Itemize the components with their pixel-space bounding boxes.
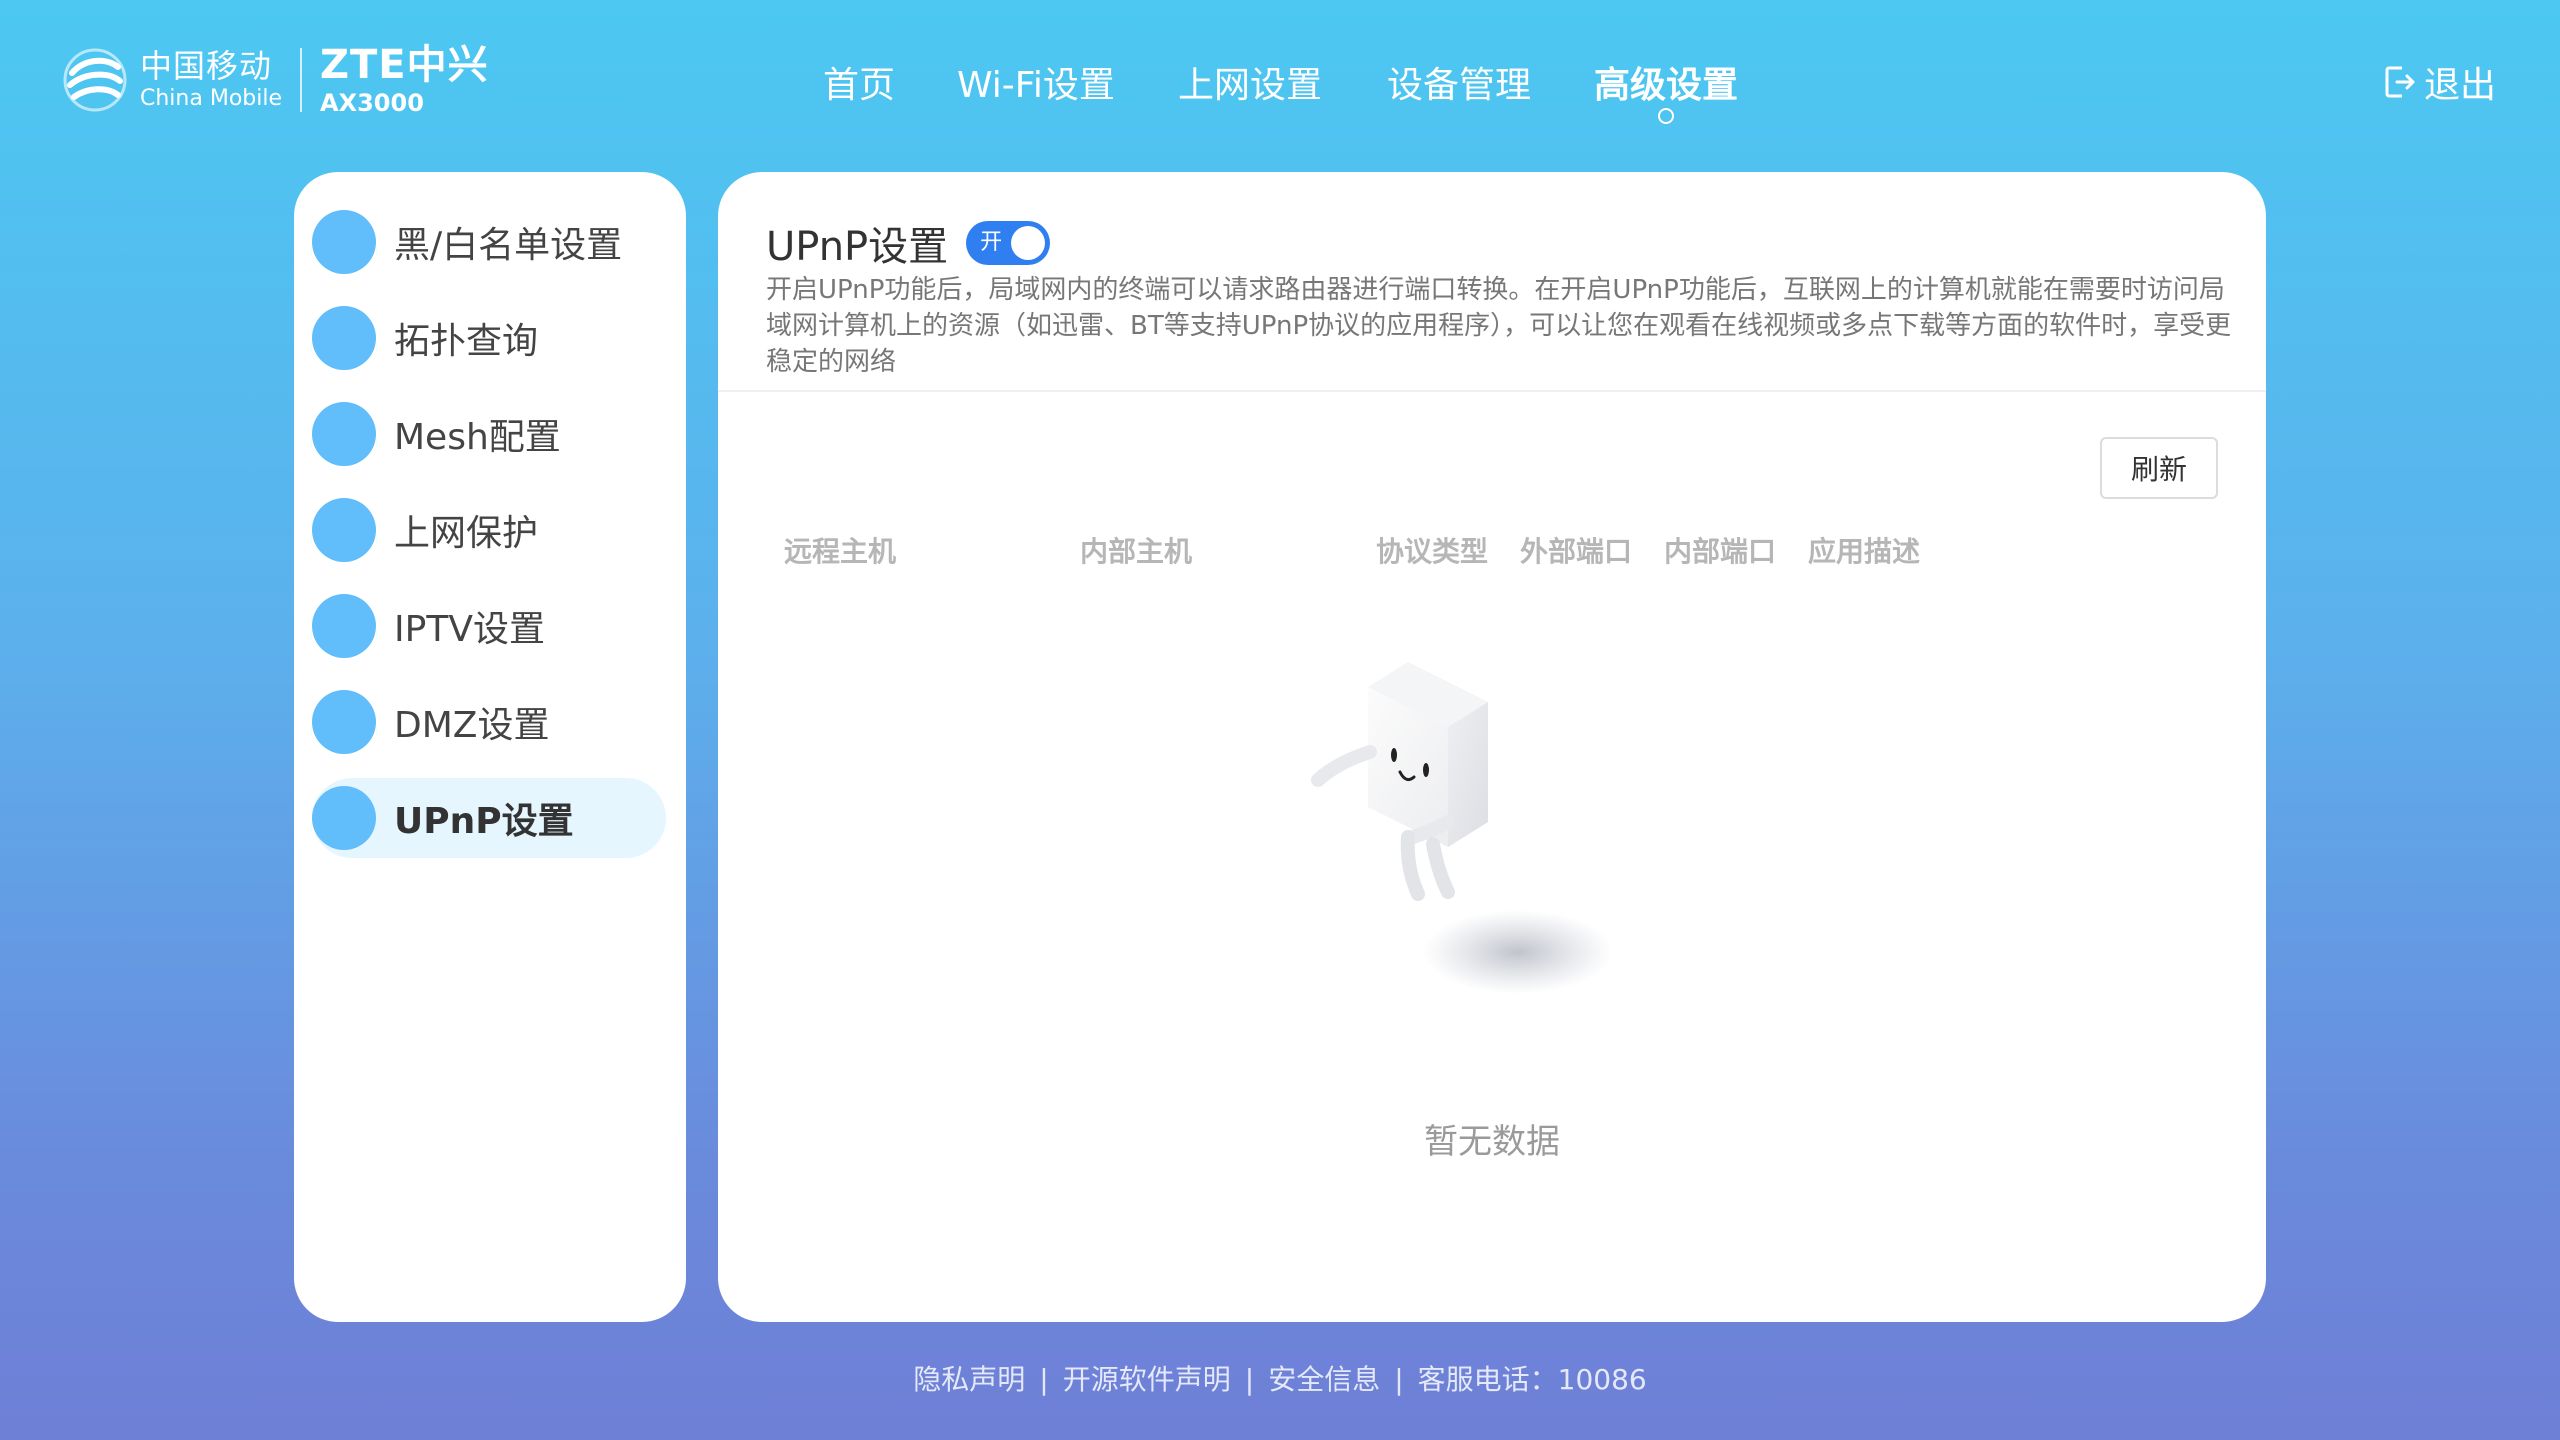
panel-header: UPnP设置 开 <box>766 214 1051 272</box>
panel-divider <box>718 390 2266 392</box>
menu-item-topology[interactable]: 拓扑查询 <box>312 298 666 378</box>
logout-label: 退出 <box>2423 65 2496 106</box>
nav-internet-settings[interactable]: 上网设置 <box>1178 56 1322 108</box>
menu-item-icon <box>312 306 376 370</box>
footer-privacy-link[interactable]: 隐私声明 <box>913 1363 1025 1396</box>
column-protocol: 协议类型 <box>1376 535 1489 568</box>
nav-device-label: 设备管理 <box>1387 65 1532 106</box>
menu-item-icon <box>312 498 376 562</box>
nav-wifi-settings[interactable]: Wi-Fi设置 <box>957 56 1115 108</box>
nav-wifi-label: Wi-Fi设置 <box>957 65 1115 106</box>
menu-item-internet-protection[interactable]: 上网保护 <box>312 490 666 570</box>
footer-security-link[interactable]: 安全信息 <box>1268 1363 1380 1396</box>
upnp-table-header: 远程主机 内部主机 协议类型 外部端口 内部端口 应用描述 <box>718 530 2266 570</box>
nav-advanced-settings[interactable]: 高级设置 <box>1594 56 1739 124</box>
page-title: UPnP设置 <box>766 224 949 270</box>
advanced-settings-menu: 黑/白名单设置 拓扑查询 Mesh配置 上网保护 IPTV设置 DMZ设置 UP… <box>294 172 686 1322</box>
footer-separator: | <box>1244 1363 1255 1396</box>
upnp-toggle[interactable]: 开 <box>966 221 1051 265</box>
empty-state-text: 暂无数据 <box>1424 1122 1560 1162</box>
menu-item-label: 上网保护 <box>394 513 539 554</box>
active-indicator-dot <box>1658 108 1674 124</box>
nav-home-label: 首页 <box>823 65 896 106</box>
nav-internet-label: 上网设置 <box>1178 65 1323 106</box>
menu-item-icon <box>312 786 376 850</box>
menu-item-mesh[interactable]: Mesh配置 <box>312 394 666 474</box>
top-nav: 首页 Wi-Fi设置 上网设置 设备管理 高级设置 <box>0 56 2560 124</box>
nav-device-management[interactable]: 设备管理 <box>1387 56 1531 108</box>
empty-state-cube-icon <box>1311 662 1613 994</box>
column-internal-host: 内部主机 <box>1080 535 1193 568</box>
menu-item-iptv[interactable]: IPTV设置 <box>312 586 666 666</box>
menu-item-dmz[interactable]: DMZ设置 <box>312 682 666 762</box>
footer: 隐私声明 | 开源软件声明 | 安全信息 | 客服电话：10086 <box>0 1358 2560 1398</box>
footer-opensource-link[interactable]: 开源软件声明 <box>1063 1363 1231 1396</box>
menu-item-blacklist[interactable]: 黑/白名单设置 <box>312 202 666 282</box>
column-description: 应用描述 <box>1808 535 1921 568</box>
column-external-port: 外部端口 <box>1520 535 1633 568</box>
upnp-description: 开启UPnP功能后，局域网内的终端可以请求路由器进行端口转换。在开启UPnP功能… <box>766 275 2232 377</box>
toggle-knob <box>1011 226 1046 260</box>
menu-item-label: DMZ设置 <box>394 705 550 746</box>
menu-item-icon <box>312 594 376 658</box>
nav-home[interactable]: 首页 <box>823 56 895 108</box>
menu-item-upnp[interactable]: UPnP设置 <box>312 778 666 858</box>
menu-item-label: IPTV设置 <box>394 609 545 650</box>
logout-button[interactable]: 退出 <box>2384 56 2496 108</box>
menu-item-icon <box>312 690 376 754</box>
footer-hotline: 客服电话：10086 <box>1417 1363 1647 1396</box>
menu-item-label: 拓扑查询 <box>394 321 539 362</box>
menu-item-label: 黑/白名单设置 <box>394 225 623 266</box>
refresh-button[interactable]: 刷新 <box>2100 437 2218 499</box>
footer-separator: | <box>1039 1363 1049 1396</box>
column-remote-host: 远程主机 <box>784 535 897 568</box>
menu-item-icon <box>312 210 376 274</box>
nav-advanced-label: 高级设置 <box>1594 65 1739 106</box>
footer-separator: | <box>1394 1363 1404 1396</box>
menu-item-icon <box>312 402 376 466</box>
column-internal-port: 内部端口 <box>1664 535 1777 568</box>
menu-item-label: Mesh配置 <box>394 417 561 458</box>
logout-icon <box>2385 66 2415 98</box>
menu-item-label: UPnP设置 <box>394 801 574 842</box>
upnp-settings-panel: UPnP设置 开 开启UPnP功能后，局域网内的终端可以请求路由器进行端口转换。… <box>718 172 2266 1322</box>
toggle-on-label: 开 <box>980 230 1003 255</box>
